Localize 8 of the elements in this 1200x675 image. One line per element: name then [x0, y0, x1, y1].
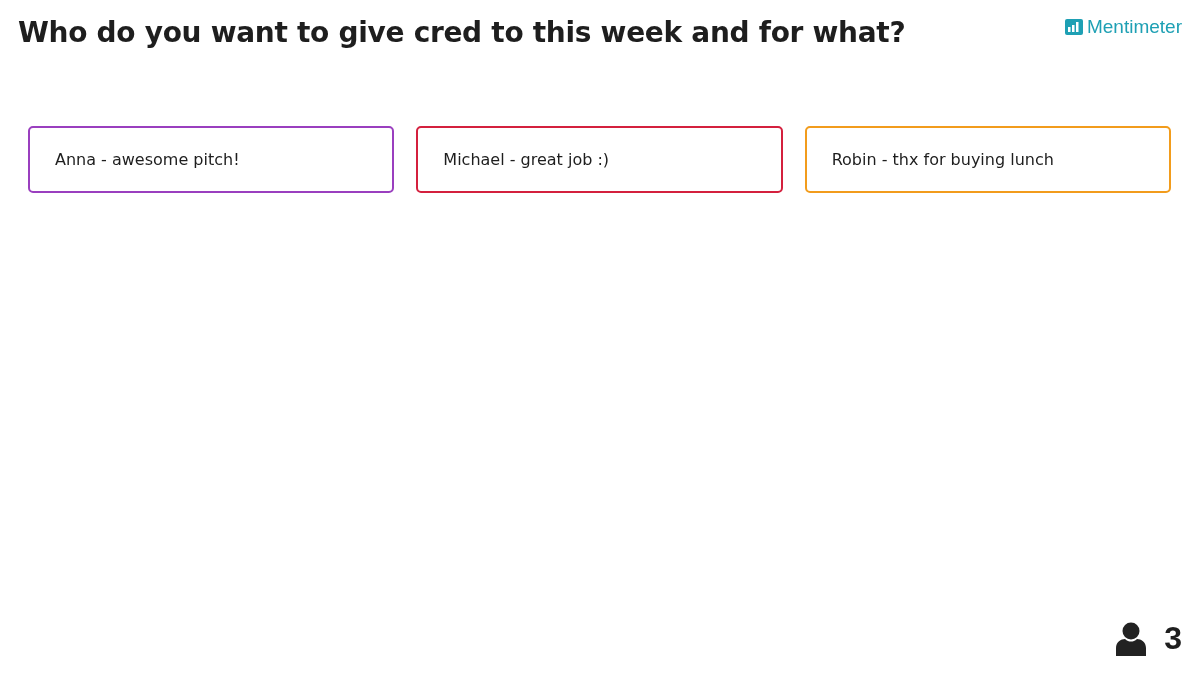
- response-card: Robin - thx for buying lunch: [804, 126, 1171, 193]
- response-card: Michael - great job :): [416, 126, 783, 193]
- participant-count: 3: [1164, 620, 1182, 657]
- bar-chart-icon: [1064, 19, 1083, 35]
- question-title: Who do you want to give cred to this week and for what?: [18, 15, 906, 51]
- person-icon: [1116, 621, 1147, 656]
- logo-text: Mentimeter: [1086, 16, 1182, 38]
- response-card: Anna - awesome pitch!: [28, 126, 395, 193]
